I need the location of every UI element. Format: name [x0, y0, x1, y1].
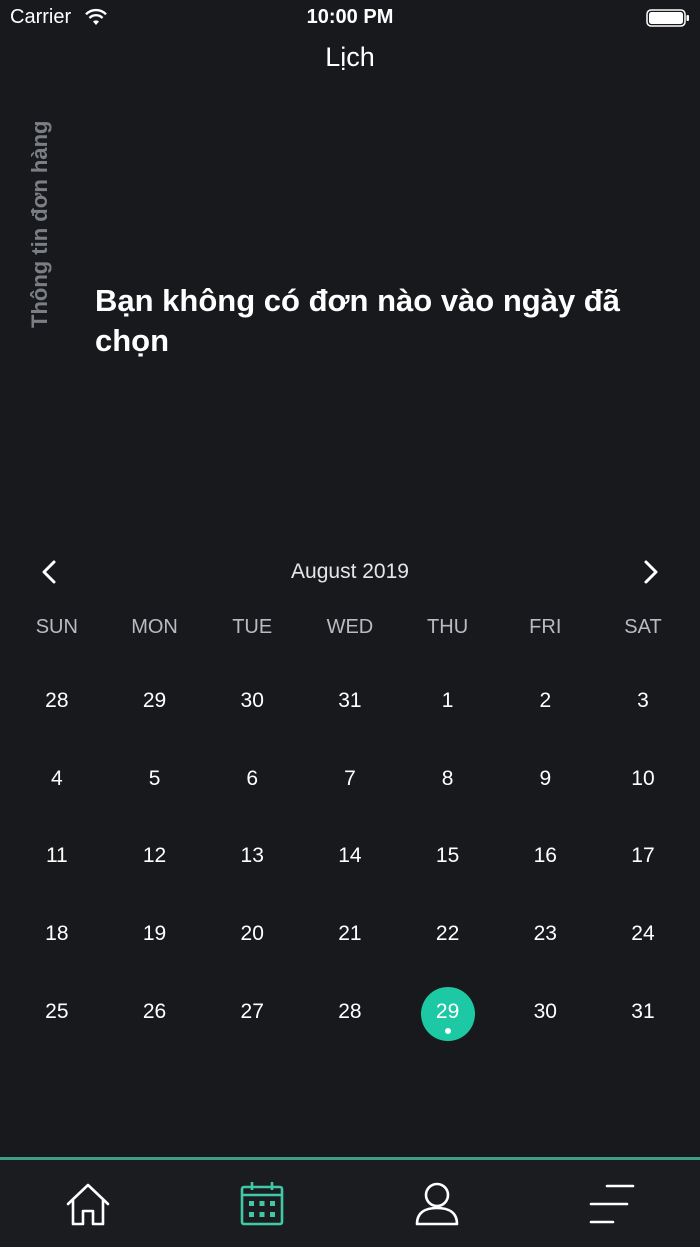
weekday-label: MON — [131, 616, 178, 638]
calendar-day[interactable]: 30 — [496, 973, 594, 1051]
calendar-day[interactable]: 31 — [301, 662, 399, 740]
status-bar: Carrier 10:00 PM — [0, 0, 700, 36]
event-indicator-dot — [444, 1027, 451, 1034]
calendar-icon[interactable] — [238, 1180, 286, 1228]
calendar-day[interactable]: 20 — [203, 895, 301, 973]
page-title: Lịch — [325, 42, 375, 72]
calendar-day[interactable]: 27 — [203, 973, 301, 1051]
calendar-week-row: 11 12 13 14 15 16 17 — [8, 817, 692, 895]
calendar-day[interactable]: 14 — [301, 817, 399, 895]
calendar-day[interactable]: 29 — [106, 662, 204, 740]
calendar-day[interactable]: 1 — [399, 662, 497, 740]
calendar-week-row: 25 26 27 28 29 30 31 — [8, 973, 692, 1051]
calendar-day[interactable]: 2 — [496, 662, 594, 740]
profile-icon[interactable] — [413, 1180, 461, 1228]
calendar-day[interactable]: 19 — [106, 895, 204, 973]
calendar-day[interactable]: 22 — [399, 895, 497, 973]
calendar-month-label: August 2019 — [291, 560, 409, 583]
weekday-label: SUN — [35, 616, 78, 638]
calendar-grid: 28 29 30 31 1 2 3 4 5 6 7 8 9 10 11 12 1… — [8, 662, 692, 1050]
calendar-day[interactable]: 26 — [106, 973, 204, 1051]
status-time: 10:00 PM — [306, 6, 394, 28]
calendar-day[interactable]: 10 — [594, 740, 692, 818]
calendar-day[interactable]: 18 — [8, 895, 106, 973]
calendar-day[interactable]: 5 — [106, 740, 204, 818]
calendar-day[interactable]: 6 — [203, 740, 301, 818]
tab-bar — [0, 1157, 700, 1247]
calendar-day[interactable]: 16 — [496, 817, 594, 895]
calendar-day[interactable]: 17 — [594, 817, 692, 895]
weekday-label: TUE — [232, 616, 273, 638]
calendar-day[interactable]: 24 — [594, 895, 692, 973]
calendar-day[interactable]: 4 — [8, 740, 106, 818]
calendar-day[interactable]: 21 — [301, 895, 399, 973]
calendar-week-row: 4 5 6 7 8 9 10 — [8, 740, 692, 818]
order-info-side-label[interactable]: Thông tin đơn hàng — [22, 112, 58, 336]
weekday-label: SAT — [624, 616, 662, 638]
calendar-day[interactable]: 28 — [8, 662, 106, 740]
weekday-label: THU — [427, 616, 469, 638]
calendar-day[interactable]: 31 — [594, 973, 692, 1051]
calendar-day[interactable]: 15 — [399, 817, 497, 895]
weekday-label: FRI — [529, 616, 562, 638]
calendar-day[interactable]: 28 — [301, 973, 399, 1051]
calendar-week-row: 18 19 20 21 22 23 24 — [8, 895, 692, 973]
calendar-day[interactable]: 25 — [8, 973, 106, 1051]
chevron-right-icon[interactable] — [636, 556, 664, 588]
battery-icon — [646, 9, 689, 27]
menu-icon[interactable] — [587, 1180, 635, 1228]
calendar-day-selected[interactable]: 29 — [399, 973, 497, 1051]
calendar-day[interactable]: 30 — [203, 662, 301, 740]
calendar-day[interactable]: 8 — [399, 740, 497, 818]
weekday-label: WED — [326, 616, 374, 638]
calendar-day[interactable]: 23 — [496, 895, 594, 973]
calendar-day[interactable]: 13 — [203, 817, 301, 895]
weekday-header-row: SUN MON TUE WED THU FRI SAT — [8, 616, 692, 639]
home-icon[interactable] — [64, 1180, 112, 1228]
calendar-day[interactable]: 9 — [496, 740, 594, 818]
empty-state-message: Bạn không có đơn nào vào ngày đã chọn — [95, 283, 620, 358]
calendar-week-row: 28 29 30 31 1 2 3 — [8, 662, 692, 740]
calendar-header: August 2019 — [0, 552, 700, 592]
calendar-day[interactable]: 12 — [106, 817, 204, 895]
calendar-day[interactable]: 7 — [301, 740, 399, 818]
calendar-day[interactable]: 11 — [8, 817, 106, 895]
calendar-day[interactable]: 3 — [594, 662, 692, 740]
